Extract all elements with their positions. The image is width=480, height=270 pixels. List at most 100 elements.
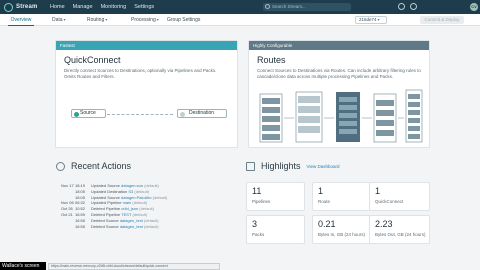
highlight-tile[interactable]: 1 Route bbox=[312, 182, 371, 211]
user-avatar[interactable]: CV bbox=[470, 3, 478, 11]
action-target-link[interactable]: datagen:PaloAlto bbox=[121, 195, 151, 200]
chevron-down-icon: ▾ bbox=[63, 17, 66, 22]
routes-card[interactable]: Highly Configurable Routes Connect Sourc… bbox=[248, 40, 430, 148]
topnav-manage[interactable]: Manage bbox=[73, 4, 93, 10]
quickconnect-title: QuickConnect bbox=[64, 55, 121, 65]
routes-diagram bbox=[259, 89, 423, 143]
highlight-tile[interactable]: 1 QuickConnect bbox=[369, 182, 430, 211]
highlight-value: 1 bbox=[318, 186, 324, 196]
highlight-tile[interactable]: 3 Packs bbox=[246, 215, 305, 244]
sub-nav: Overview Data▾ Routing▾ Processing▾ Grou… bbox=[0, 14, 480, 26]
action-date bbox=[61, 224, 75, 230]
pipeline-block bbox=[298, 96, 320, 103]
highlight-tile[interactable]: 11 Pipelines bbox=[246, 182, 305, 211]
route-block bbox=[339, 113, 357, 118]
source-block bbox=[262, 134, 280, 140]
destination-node[interactable]: Destination bbox=[177, 109, 227, 118]
pipeline-block bbox=[298, 116, 320, 123]
action-time: 16:55 bbox=[75, 223, 86, 229]
top-bar: Stream Home Manage Monitoring Settings S… bbox=[0, 0, 480, 14]
destination-block bbox=[408, 118, 420, 123]
action-verb: Updated Source bbox=[91, 183, 120, 188]
notifications-icon[interactable] bbox=[410, 3, 417, 10]
highlight-tile[interactable]: 0.21 Bytes In, GB (24 hours) bbox=[312, 215, 371, 244]
destination-block bbox=[408, 126, 420, 131]
logo-icon bbox=[4, 2, 13, 12]
action-target-link[interactable]: main bbox=[123, 200, 132, 205]
tab-routing[interactable]: Routing▾ bbox=[87, 14, 107, 26]
recent-action-row: 16:55 Deleted Source datagen_test (defaul… bbox=[61, 224, 167, 230]
highlights-header: Highlights View Dashboard bbox=[246, 161, 339, 171]
highlight-value: 0.21 bbox=[318, 219, 336, 229]
action-verb: Updated Destination bbox=[91, 188, 128, 194]
action-group-tag: (default) bbox=[144, 183, 159, 188]
highlight-label: Pipelines bbox=[252, 199, 271, 204]
pack-block bbox=[376, 110, 394, 116]
tab-data-label: Data bbox=[52, 17, 63, 23]
source-block bbox=[262, 107, 280, 113]
highlights-title: Highlights bbox=[261, 161, 301, 171]
highlight-label: Bytes Out, GB (24 hours) bbox=[375, 232, 426, 237]
tab-data[interactable]: Data▾ bbox=[52, 14, 66, 26]
highlight-label: Route bbox=[318, 199, 331, 204]
highlight-label: Bytes In, GB (24 hours) bbox=[318, 232, 366, 237]
topnav-settings[interactable]: Settings bbox=[134, 4, 154, 10]
pack-block bbox=[376, 130, 394, 136]
highlight-label: QuickConnect bbox=[375, 199, 404, 204]
clock-icon bbox=[56, 161, 65, 171]
search-placeholder: Search Stream... bbox=[272, 4, 306, 9]
action-group-tag: (default) bbox=[132, 211, 148, 217]
action-target-link[interactable]: datagen_test bbox=[120, 224, 143, 229]
action-verb: Updated Source bbox=[91, 194, 120, 200]
chevron-down-icon: ▾ bbox=[156, 17, 159, 22]
highlight-value: 3 bbox=[252, 219, 258, 229]
pack-block bbox=[376, 100, 394, 106]
action-group-tag: (default) bbox=[143, 223, 159, 229]
source-connector-icon bbox=[74, 111, 79, 117]
action-verb: Updated Pipeline bbox=[91, 200, 122, 206]
view-dashboard-link[interactable]: View Dashboard bbox=[307, 164, 340, 169]
app-logo[interactable]: Stream bbox=[4, 2, 50, 12]
top-icons bbox=[398, 3, 422, 10]
action-target-link[interactable]: TEST bbox=[121, 212, 131, 217]
worker-group-select[interactable]: 215de74▾ bbox=[355, 16, 387, 24]
recent-actions-header: Recent Actions bbox=[56, 161, 131, 171]
action-verb: Deleted Pipeline bbox=[91, 206, 121, 212]
quickconnect-card[interactable]: Fastest QuickConnect Directly connect So… bbox=[55, 40, 238, 148]
tab-routing-label: Routing bbox=[87, 17, 105, 23]
source-block bbox=[262, 98, 280, 104]
source-block bbox=[262, 116, 280, 122]
help-icon[interactable] bbox=[398, 3, 405, 10]
action-group-tag: (default) bbox=[139, 206, 154, 212]
worker-group-value: 215de74 bbox=[359, 17, 377, 22]
tab-processing[interactable]: Processing▾ bbox=[131, 14, 159, 26]
destination-node-label: Destination bbox=[189, 110, 215, 116]
action-description: Deleted Source datagen_test (default) bbox=[91, 224, 159, 230]
action-group-tag: (default) bbox=[132, 200, 148, 206]
source-block bbox=[262, 125, 280, 131]
action-group-tag: (default) bbox=[152, 194, 168, 200]
highlight-value: 1 bbox=[375, 186, 381, 196]
action-verb: Deleted Pipeline bbox=[91, 211, 121, 217]
action-target-link[interactable]: datagen:sun bbox=[121, 183, 143, 188]
topnav-monitoring[interactable]: Monitoring bbox=[101, 4, 127, 10]
action-target-link[interactable]: datagen_test bbox=[120, 218, 143, 223]
topnav-home[interactable]: Home bbox=[50, 4, 65, 10]
action-target-link[interactable]: cribl_json bbox=[121, 206, 138, 211]
highlight-label: Packs bbox=[252, 232, 265, 237]
tab-group-settings[interactable]: Group Settings bbox=[167, 14, 200, 26]
destination-block bbox=[408, 134, 420, 139]
connection-line bbox=[107, 114, 173, 115]
routes-title: Routes bbox=[257, 55, 286, 65]
action-target-link[interactable]: S3 bbox=[128, 189, 133, 194]
source-node-label: Source bbox=[80, 110, 96, 116]
commit-deploy-button[interactable]: Commit & Deploy bbox=[420, 16, 464, 24]
card-band-configurable: Highly Configurable bbox=[249, 41, 429, 50]
highlight-tile[interactable]: 2.23 Bytes Out, GB (24 hours) bbox=[369, 215, 430, 244]
search-input[interactable]: Search Stream... bbox=[263, 3, 351, 11]
grid-icon bbox=[246, 161, 255, 171]
pack-block bbox=[376, 120, 394, 126]
source-node[interactable]: Source bbox=[71, 109, 106, 118]
screen-share-tag: Wallace's screen bbox=[0, 262, 46, 270]
tab-overview[interactable]: Overview bbox=[8, 14, 34, 26]
